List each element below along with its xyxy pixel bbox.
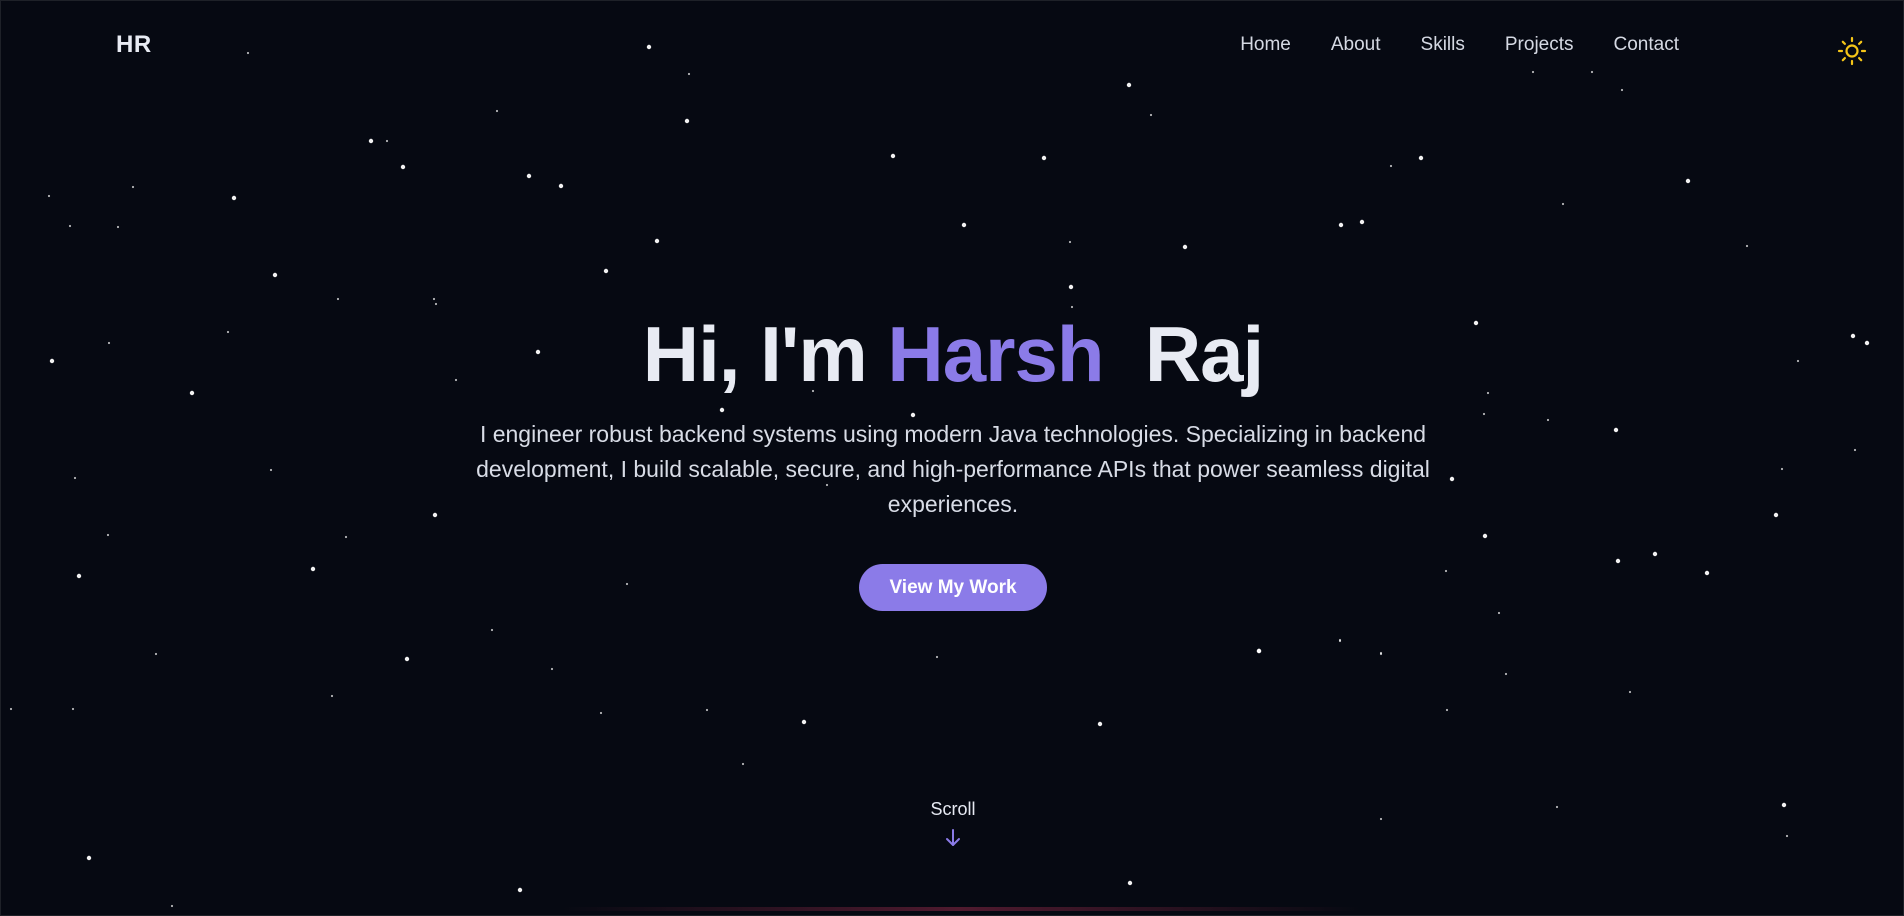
star [1068,284,1074,290]
star [1561,202,1565,206]
scroll-label: Scroll [930,799,976,819]
star [1097,721,1103,727]
hero-page: HR Home About Skills Projects Contact Hi… [0,0,1904,916]
star [1418,155,1424,161]
star [961,222,967,228]
star [1497,611,1501,615]
star [684,118,690,124]
star [231,195,237,201]
star [526,173,532,179]
star [1182,244,1188,250]
star [935,655,939,659]
theme-toggle-button[interactable] [1837,36,1867,66]
sun-icon [1837,36,1867,66]
bottom-glow [561,907,1361,911]
star [1685,178,1691,184]
star [558,183,564,189]
view-my-work-button[interactable]: View My Work [859,564,1047,611]
star [68,224,72,228]
star [599,711,603,715]
star [801,719,807,725]
star [404,656,410,662]
star [1785,834,1789,838]
star [550,667,554,671]
star [1781,802,1787,808]
star [336,297,340,301]
star [154,652,158,656]
star [1149,113,1153,117]
star [368,138,374,144]
star [890,153,896,159]
star [170,904,174,908]
star [272,272,278,278]
star [400,164,406,170]
star [1256,648,1262,654]
star [1445,708,1449,712]
star [1338,222,1344,228]
nav-link-projects[interactable]: Projects [1505,34,1574,56]
star [1504,672,1508,676]
nav-links: Home About Skills Projects Contact [1240,34,1679,56]
star [705,708,709,712]
star [434,302,438,306]
star [131,185,135,189]
star [86,855,92,861]
star [1379,651,1383,655]
star [1389,164,1393,168]
hero-title: Hi, I'm Harsh Raj [1,309,1903,399]
star [71,707,75,711]
nav-link-about[interactable]: About [1331,34,1381,56]
arrow-down-icon [946,829,960,846]
star [1555,805,1559,809]
star [517,887,523,893]
star [1070,305,1074,309]
star [432,297,436,301]
star [330,694,334,698]
site-logo[interactable]: HR [116,31,152,59]
star [1338,638,1342,642]
star [1745,244,1749,248]
star [1628,690,1632,694]
star [47,194,51,198]
star [1127,880,1133,886]
hero-section: Hi, I'm Harsh Raj I engineer robust back… [1,309,1903,611]
hero-description: I engineer robust backend systems using … [476,421,1430,517]
star [495,109,499,113]
star [1041,155,1047,161]
star [603,268,609,274]
hero-last-name: Raj [1144,310,1264,398]
star [490,628,494,632]
star [741,762,745,766]
star [1359,219,1365,225]
star [9,707,13,711]
scroll-indicator[interactable]: Scroll [903,799,1003,848]
nav-link-home[interactable]: Home [1240,34,1291,56]
hero-first-name: Harsh [887,310,1104,398]
star [654,238,660,244]
nav-link-skills[interactable]: Skills [1421,34,1465,56]
navbar: HR Home About Skills Projects Contact [1,1,1903,91]
star [1379,817,1383,821]
nav-link-contact[interactable]: Contact [1614,34,1679,56]
star [1068,240,1072,244]
star [116,225,120,229]
star [385,139,389,143]
hero-greeting: Hi, I'm [642,310,868,398]
